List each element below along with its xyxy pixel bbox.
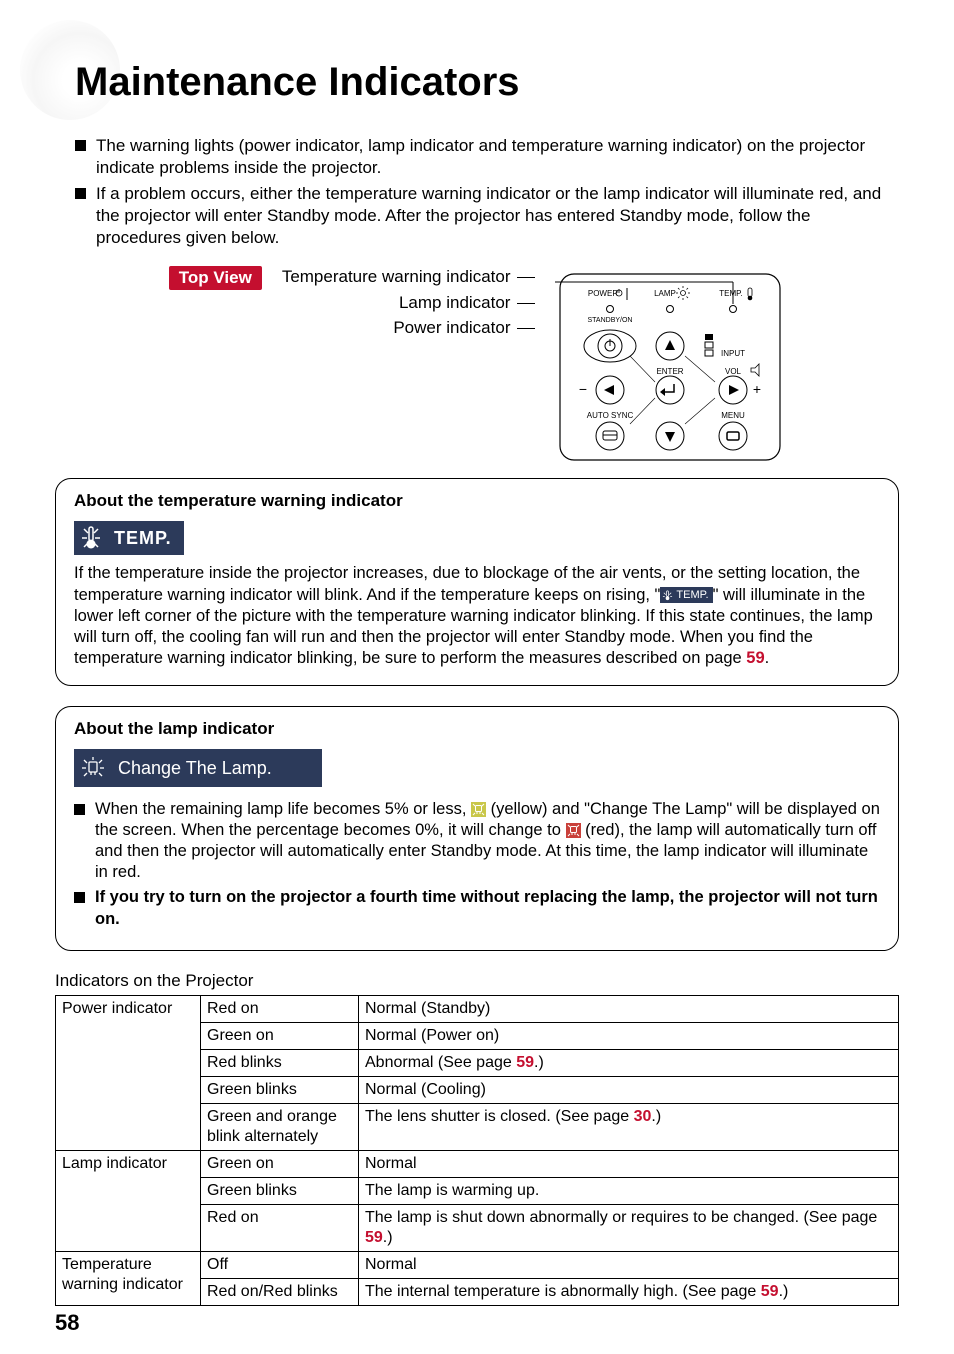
bullet-square-icon [75,188,86,199]
intro-bullet-list: The warning lights (power indicator, lam… [55,135,899,249]
temp-inline-chip: TEMP. [660,587,712,603]
intro-bullet-text: If a problem occurs, either the temperat… [96,183,899,249]
intro-bullet: The warning lights (power indicator, lam… [75,135,899,179]
indicator-desc-cell: The lamp is warming up. [359,1177,899,1204]
indicator-desc-cell: The lens shutter is closed. (See page 30… [359,1103,899,1150]
indicator-state-cell: Green on [201,1150,359,1177]
panel-button-enter [656,376,684,404]
indicator-state-cell: Red on/Red blinks [201,1278,359,1305]
panel-power-label: POWER [588,289,618,298]
indicator-desc-cell: Normal (Cooling) [359,1076,899,1103]
panel-button-autosync [596,422,624,450]
thermometer-mini-icon [662,590,673,601]
top-view-badge: Top View [169,266,262,290]
table-row: Temperature warning indicatorOffNormal [56,1251,899,1278]
page-number: 58 [55,1310,79,1336]
bullet-square-icon [74,804,85,815]
indicator-desc-cell: Normal [359,1150,899,1177]
temperature-heading: About the temperature warning indicator [74,491,880,511]
page-title: Maintenance Indicators [75,60,899,105]
panel-input-icon: INPUT [705,334,745,358]
svg-text:−: − [579,381,587,397]
panel-button-up [656,332,684,360]
indicator-name-cell: Lamp indicator [56,1150,201,1251]
indicator-state-cell: Red on [201,995,359,1022]
indicator-name-cell: Power indicator [56,995,201,1150]
page-ref[interactable]: 59 [365,1229,383,1246]
panel-button-menu [719,422,747,450]
lamp-badge-text: Change The Lamp. [118,758,272,779]
control-panel-diagram: POWER LAMP TEMP. STANDBY/ON [555,264,785,464]
panel-button-down [656,422,684,450]
table-row: Lamp indicatorGreen onNormal [56,1150,899,1177]
page-ref[interactable]: 30 [634,1108,652,1125]
svg-text:INPUT: INPUT [721,349,745,358]
indicator-labels: Temperature warning indicator Lamp indic… [282,264,535,341]
indicator-label-temp: Temperature warning indicator [282,264,535,290]
intro-bullet: If a problem occurs, either the temperat… [75,183,899,249]
indicator-label-power: Power indicator [282,315,535,341]
page-ref[interactable]: 59 [761,1283,779,1300]
lamp-icon [80,755,106,781]
temp-badge: TEMP. [74,521,184,555]
page-ref-59[interactable]: 59 [746,649,764,667]
lamp-bullet-2: If you try to turn on the projector a fo… [74,887,880,929]
indicator-state-cell: Green and orange blink alternately [201,1103,359,1150]
page-ref[interactable]: 59 [516,1054,534,1071]
indicator-desc-cell: The internal temperature is abnormally h… [359,1278,899,1305]
lamp-yellow-icon [471,802,486,817]
indicator-desc-cell: Abnormal (See page 59.) [359,1049,899,1076]
temperature-callout: About the temperature warning indicator … [55,478,899,686]
indicator-state-cell: Red blinks [201,1049,359,1076]
lamp-callout: About the lamp indicator Change The Lamp… [55,706,899,951]
indicator-state-cell: Off [201,1251,359,1278]
intro-bullet-text: The warning lights (power indicator, lam… [96,135,899,179]
panel-menu-label: MENU [721,411,745,420]
lamp-bullet-1: When the remaining lamp life becomes 5% … [74,799,880,883]
panel-temp-label: TEMP. [720,289,743,298]
panel-autosync-label: AUTO SYNC [587,411,634,420]
indicators-table: Power indicatorRed onNormal (Standby)Gre… [55,995,899,1306]
panel-button-left [596,376,624,404]
lamp-bullet-2-text: If you try to turn on the projector a fo… [95,887,880,929]
indicator-desc-cell: Normal (Power on) [359,1022,899,1049]
panel-lamp-label: LAMP [654,289,676,298]
panel-enter-label: ENTER [657,367,684,376]
thermometer-icon [78,525,104,551]
top-view-diagram: Top View Temperature warning indicator L… [55,264,899,464]
indicator-label-lamp: Lamp indicator [282,290,535,316]
panel-vol-label: VOL [725,367,742,376]
indicator-desc-cell: Normal [359,1251,899,1278]
temp-badge-text: TEMP. [114,528,172,549]
indicator-state-cell: Red on [201,1204,359,1251]
panel-standby-label: STANDBY/ON [588,317,633,324]
lamp-red-icon [566,823,581,838]
indicator-desc-cell: The lamp is shut down abnormally or requ… [359,1204,899,1251]
lamp-badge: Change The Lamp. [74,749,322,787]
lamp-bullet-1-text: When the remaining lamp life becomes 5% … [95,799,880,883]
table-row: Power indicatorRed onNormal (Standby) [56,995,899,1022]
temperature-paragraph: If the temperature inside the projector … [74,563,880,669]
svg-text:+: + [753,381,761,397]
indicator-state-cell: Green blinks [201,1177,359,1204]
bullet-square-icon [74,892,85,903]
panel-button-standby [584,330,636,362]
indicator-name-cell: Temperature warning indicator [56,1251,201,1305]
indicator-desc-cell: Normal (Standby) [359,995,899,1022]
indicator-state-cell: Green blinks [201,1076,359,1103]
panel-button-right [719,376,747,404]
table-caption: Indicators on the Projector [55,971,899,991]
lamp-heading: About the lamp indicator [74,719,880,739]
bullet-square-icon [75,140,86,151]
indicator-state-cell: Green on [201,1022,359,1049]
